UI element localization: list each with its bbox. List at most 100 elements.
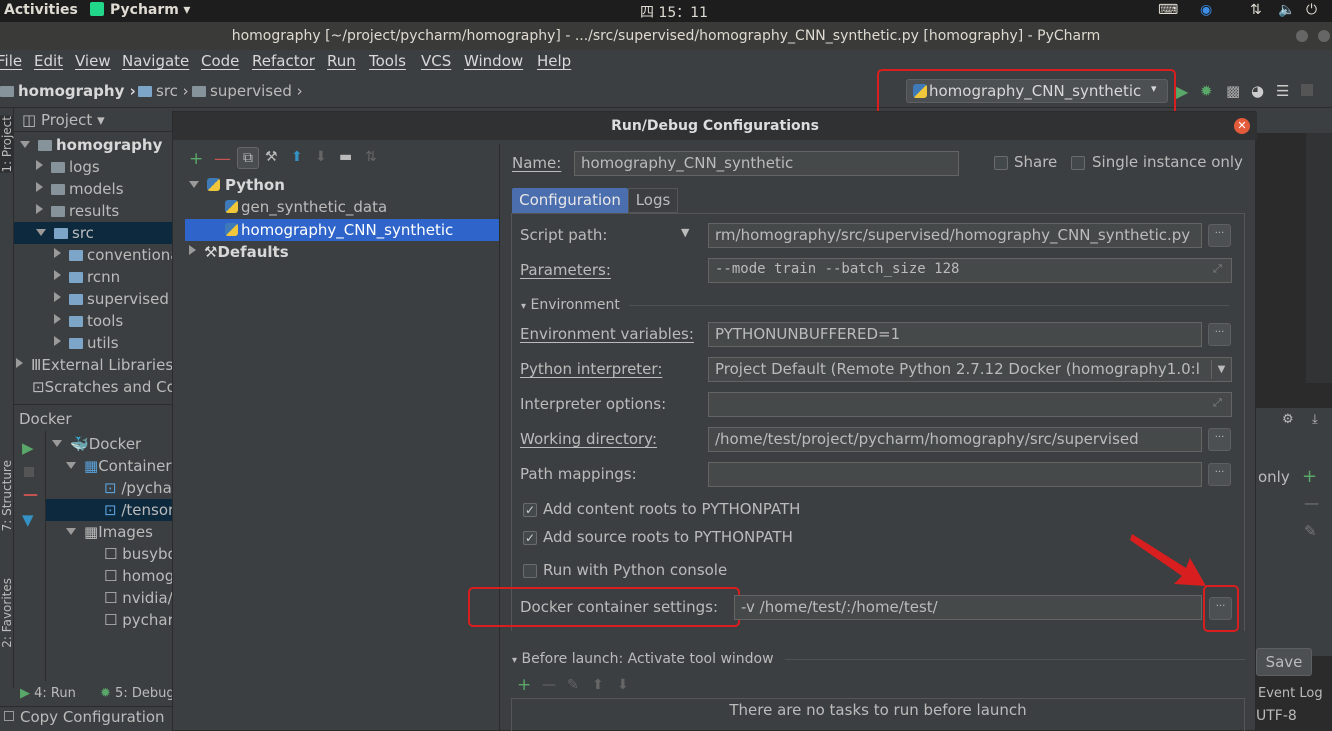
remove-icon[interactable]: — — [214, 149, 231, 169]
arrow-down-icon[interactable]: ⬇ — [617, 677, 629, 693]
menu-navigate[interactable]: Navigate — [122, 52, 189, 70]
path-mappings-input[interactable] — [708, 462, 1202, 487]
menu-vcs[interactable]: VCS — [421, 52, 451, 70]
menu-file[interactable]: File — [0, 52, 22, 70]
menu-run[interactable]: Run — [327, 52, 356, 70]
share-checkbox[interactable] — [994, 156, 1008, 170]
tab-logs[interactable]: Logs — [628, 188, 678, 213]
activities-button[interactable]: Activities — [4, 2, 78, 18]
image-item[interactable]: ☐ nvidia/ — [104, 589, 173, 607]
profile-icon[interactable]: ◕ — [1251, 82, 1264, 100]
menu-refactor[interactable]: Refactor — [252, 52, 315, 70]
breadcrumb-root[interactable]: homography › — [0, 82, 136, 100]
tree-item-images[interactable]: ▦Images — [66, 523, 153, 541]
download-icon[interactable]: ⤓ — [1312, 412, 1318, 427]
splitter[interactable] — [499, 144, 500, 731]
arrow-down-icon[interactable]: ⬇ — [315, 149, 327, 165]
encoding-indicator[interactable]: UTF-8 — [1256, 708, 1297, 724]
interp-options-input[interactable] — [708, 392, 1232, 417]
run-icon[interactable]: ▶ — [1176, 82, 1188, 101]
app-menu[interactable]: Pycharm ▾ — [90, 2, 190, 18]
single-instance-checkbox[interactable] — [1071, 156, 1085, 170]
edit-icon[interactable]: ✎ — [1304, 522, 1317, 540]
tab-favorites-vertical[interactable]: 2: Favorites — [0, 578, 14, 648]
run-with-console-checkbox[interactable] — [523, 564, 537, 578]
filter-icon[interactable]: ▼ — [22, 511, 34, 529]
tree-item-src[interactable]: src — [36, 224, 94, 242]
add-icon[interactable]: + — [1302, 466, 1317, 487]
tree-item-tools[interactable]: tools — [54, 312, 123, 330]
parameters-input[interactable]: --mode train --batch_size 128 — [708, 258, 1232, 283]
docker-settings-input[interactable]: -v /home/test/:/home/test/ — [734, 595, 1202, 620]
sort-icon[interactable]: ⇅ — [365, 149, 377, 165]
expand-icon[interactable]: ⤢ — [1213, 262, 1222, 276]
wrench-icon[interactable]: ⚒ — [265, 149, 278, 165]
remove-task-icon[interactable]: — — [542, 677, 556, 693]
tree-item-logs[interactable]: logs — [36, 158, 100, 176]
tree-item-homography[interactable]: homography — [20, 136, 162, 154]
save-button[interactable]: Save — [1256, 648, 1312, 676]
tree-item-conventional[interactable]: conventional — [54, 246, 184, 264]
minimize-icon[interactable] — [1296, 30, 1308, 42]
environment-section[interactable]: ▾ Environment — [521, 297, 620, 313]
name-input[interactable]: homography_CNN_synthetic — [574, 151, 959, 176]
browse-script-button[interactable]: ··· — [1208, 224, 1231, 247]
before-launch-section[interactable]: ▾ Before launch: Activate tool window — [512, 651, 774, 667]
delete-icon[interactable]: — — [23, 485, 38, 503]
run-config-selector[interactable]: homography_CNN_synthetic ▾ — [906, 79, 1168, 103]
working-dir-input[interactable]: /home/test/project/pycharm/homography/sr… — [708, 427, 1202, 452]
tree-item-docker[interactable]: 🐳Docker — [52, 435, 141, 453]
edit-env-vars-button[interactable]: ··· — [1208, 323, 1231, 346]
tree-item-supervised[interactable]: supervised — [54, 290, 169, 308]
network-icon[interactable]: ⇅ — [1250, 2, 1262, 18]
tool-windows-icon[interactable] — [4, 711, 14, 721]
tree-item-results[interactable]: results — [36, 202, 119, 220]
arrow-up-icon[interactable]: ⬆ — [291, 149, 303, 165]
tree-item-utils[interactable]: utils — [54, 334, 119, 352]
menu-help[interactable]: Help — [537, 52, 571, 70]
breadcrumb-src[interactable]: src › — [138, 82, 189, 100]
tree-item-containers[interactable]: ▦Containers — [66, 457, 179, 475]
browse-working-dir-button[interactable]: ··· — [1208, 428, 1231, 451]
concurrency-icon[interactable]: ☰ — [1276, 82, 1289, 100]
tab-structure-vertical[interactable]: 7: Structure — [0, 460, 14, 531]
tab-configuration[interactable]: Configuration — [512, 188, 628, 213]
tree-defaults[interactable]: ⚒Defaults — [189, 243, 289, 261]
teamviewer-icon[interactable]: ◉ — [1200, 2, 1212, 18]
arrow-up-icon[interactable]: ⬆ — [592, 677, 604, 693]
coverage-icon[interactable]: ▩ — [1226, 82, 1240, 100]
script-type-dropdown[interactable]: ▼ — [681, 226, 689, 239]
add-icon[interactable]: + — [189, 149, 203, 169]
tree-item-rcnn[interactable]: rcnn — [54, 268, 120, 286]
add-source-roots-checkbox[interactable]: ✓ — [523, 531, 537, 545]
tree-config-homography-cnn[interactable]: homography_CNN_synthetic — [225, 221, 453, 239]
breadcrumb-supervised[interactable]: supervised › — [192, 82, 303, 100]
tab-project-vertical[interactable]: 1: Project — [0, 116, 14, 173]
project-panel-title[interactable]: ◫ Project ▾ — [22, 111, 105, 129]
menu-window[interactable]: Window — [464, 52, 523, 70]
volume-icon[interactable]: 🔈 — [1278, 2, 1295, 18]
menu-view[interactable]: View — [75, 52, 111, 70]
tab-debug[interactable]: ✹ 5: Debug — [100, 686, 175, 701]
stop-icon[interactable] — [24, 467, 34, 477]
remove-icon[interactable]: — — [1304, 494, 1319, 512]
add-content-roots-checkbox[interactable]: ✓ — [523, 503, 537, 517]
menu-code[interactable]: Code — [201, 52, 239, 70]
power-icon[interactable]: ⏻ — [1306, 2, 1317, 18]
event-log-link[interactable]: Event Log — [1258, 686, 1323, 701]
menu-tools[interactable]: Tools — [369, 52, 406, 70]
deploy-icon[interactable]: ▶ — [22, 439, 34, 457]
edit-task-icon[interactable]: ✎ — [567, 677, 579, 693]
debug-icon[interactable]: ✹ — [1200, 82, 1213, 100]
maximize-icon[interactable] — [1318, 30, 1330, 42]
stop-icon[interactable] — [1301, 84, 1313, 96]
tree-item-models[interactable]: models — [36, 180, 124, 198]
expand-icon[interactable]: ⤢ — [1213, 396, 1222, 410]
clock[interactable]: 四 15：11 — [640, 2, 708, 22]
tree-python[interactable]: Python — [189, 176, 285, 194]
copy-icon[interactable]: ⧉ — [237, 147, 259, 169]
folder-icon[interactable]: ▬ — [339, 149, 352, 165]
add-task-icon[interactable]: + — [517, 675, 531, 695]
chevron-down-icon[interactable]: ▼ — [1211, 360, 1231, 379]
env-vars-input[interactable]: PYTHONUNBUFFERED=1 — [708, 322, 1202, 347]
